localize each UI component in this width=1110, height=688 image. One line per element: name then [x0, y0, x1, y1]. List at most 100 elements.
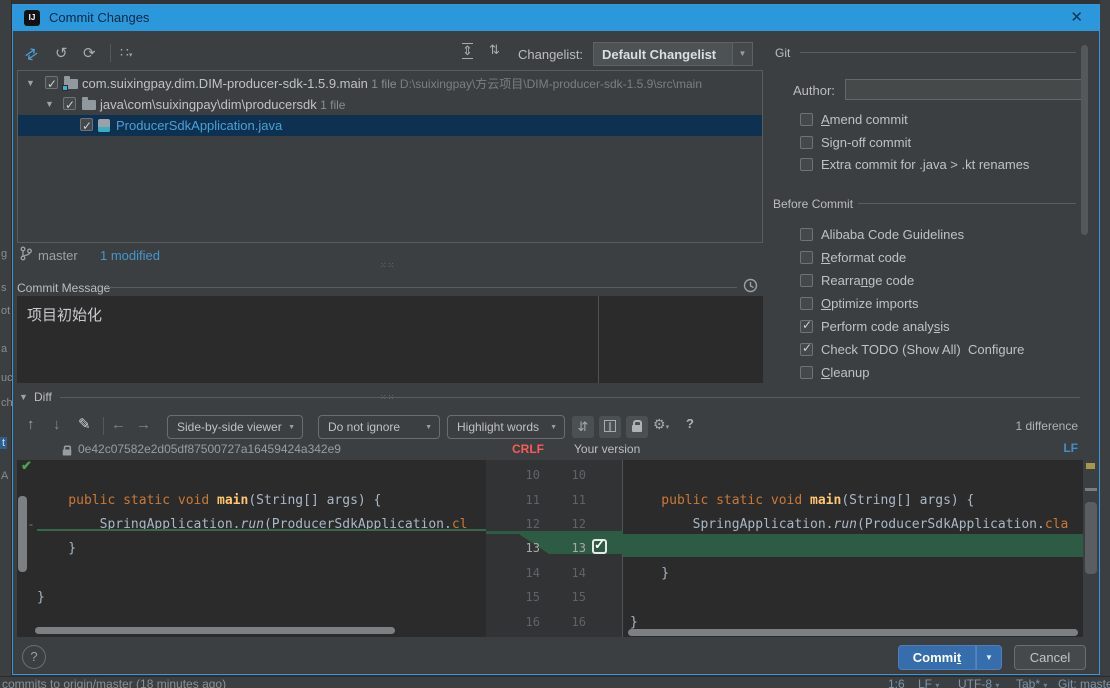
section-rule — [800, 52, 1076, 53]
tree-row-changelist[interactable]: ▼ com.suixingpay.dim.DIM-producer-sdk-1.… — [18, 73, 762, 94]
right-line-number: 13 — [556, 536, 586, 561]
ide-statusbar: commits to origin/master (18 minutes ago… — [0, 676, 1110, 688]
include-checkbox[interactable] — [63, 97, 76, 110]
checkbox-checked[interactable] — [800, 343, 813, 356]
folder-icon — [82, 100, 96, 110]
commit-message-input[interactable]: 项目初始化 — [17, 296, 763, 383]
commit-dropdown-button[interactable]: ▼ — [976, 645, 1002, 670]
splitter-handle[interactable]: ⁙⁙ — [380, 393, 395, 402]
previous-difference-icon[interactable]: ↑ — [27, 416, 35, 433]
refresh-icon[interactable]: ⟳ — [83, 44, 96, 62]
changelist-label: Changelist: — [518, 47, 583, 62]
highlight-mode-dropdown[interactable]: Highlight words ▼ — [447, 415, 565, 439]
chevron-expanded-icon[interactable]: ▼ — [45, 94, 54, 115]
right-editor-horizontal-scrollbar[interactable] — [628, 629, 1078, 636]
branch-name: master — [38, 248, 78, 263]
checkbox[interactable] — [800, 251, 813, 264]
statusbar-indent[interactable]: Tab* ▾ — [1016, 677, 1047, 688]
statusbar-git-branch[interactable]: Git: maste — [1058, 677, 1110, 688]
commit-message-title: Commit Message — [17, 281, 110, 295]
checkbox[interactable] — [800, 274, 813, 287]
fold-marker[interactable]: - — [29, 512, 33, 537]
left-editor-vertical-scrollbar[interactable] — [18, 496, 27, 572]
right-version-title: Your version — [574, 442, 640, 456]
right-line-number: 14 — [556, 561, 586, 586]
viewer-mode-dropdown[interactable]: Side-by-side viewer ▼ — [167, 415, 303, 439]
history-icon[interactable] — [743, 278, 758, 293]
diff-right-editor[interactable]: public static void main(String[] args) {… — [623, 460, 1083, 637]
checkbox[interactable] — [800, 158, 813, 171]
statusbar-caret-position[interactable]: 1:6 — [888, 677, 905, 688]
help-icon[interactable]: ? — [686, 416, 694, 431]
expand-all-icon[interactable]: ⇕ — [462, 43, 473, 59]
lock-scrolling-icon[interactable] — [626, 416, 648, 438]
sync-scrolling-icon[interactable]: ⇵ — [572, 416, 594, 438]
include-checkbox[interactable] — [45, 76, 58, 89]
checkbox[interactable] — [800, 113, 813, 126]
clipped-text: ch — [1, 397, 13, 409]
insertion-point-line — [37, 529, 486, 531]
tree-row-file-selected[interactable]: ProducerSdkApplication.java — [18, 115, 762, 136]
rollback-icon[interactable]: ↺ — [55, 44, 68, 62]
splitter-handle[interactable]: ⁙⁙ — [380, 261, 395, 270]
previous-file-arrow-icon[interactable]: ← — [111, 416, 126, 433]
chevron-expanded-icon[interactable]: ▼ — [19, 392, 28, 402]
right-margin-guide — [598, 296, 599, 383]
package-label: java\com\suixingpay\dim\producersdk — [100, 97, 317, 112]
checkbox[interactable] — [800, 297, 813, 310]
right-panel-scrollbar[interactable] — [1081, 45, 1088, 235]
include-checkbox[interactable] — [80, 118, 93, 131]
warning-stripe-marker[interactable] — [1086, 463, 1095, 469]
changelist-selected-value: Default Changelist — [602, 47, 716, 62]
next-file-arrow-icon[interactable]: → — [136, 416, 151, 433]
settings-gear-icon[interactable]: ⚙▾ — [653, 416, 669, 433]
checkbox[interactable] — [800, 228, 813, 241]
code-line: } — [37, 536, 486, 561]
configure-link[interactable]: Configure — [968, 342, 1024, 357]
diff-gutter: 10 11 12 13 14 15 16 10 11 12 13 14 15 1… — [486, 460, 623, 637]
collapse-all-icon[interactable]: ⇅ — [489, 43, 500, 57]
branch-icon — [20, 246, 32, 261]
group-by-icon[interactable]: ∷▾ — [120, 44, 132, 61]
chevron-down-icon: ▼ — [732, 43, 752, 65]
statusbar-encoding[interactable]: UTF-8 ▾ — [958, 677, 999, 688]
code-line: public static void main(String[] args) { — [630, 488, 1083, 513]
tree-row-package[interactable]: ▼ java\com\suixingpay\dim\producersdk 1 … — [18, 94, 762, 115]
left-line-number: 12 — [510, 512, 540, 537]
checkbox-checked[interactable] — [800, 320, 813, 333]
diff-left-editor[interactable]: ✔ public static void main(String[] args)… — [17, 460, 486, 637]
error-stripe — [1083, 460, 1099, 637]
commit-message-text: 项目初始化 — [27, 304, 102, 325]
left-line-number: 13 — [510, 536, 540, 561]
chevron-down-icon: ▼ — [288, 424, 295, 431]
right-line-number: 12 — [556, 512, 586, 537]
dialog-title: Commit Changes — [49, 10, 149, 25]
left-editor-horizontal-scrollbar[interactable] — [35, 627, 395, 634]
checkbox[interactable] — [800, 366, 813, 379]
right-editor-vertical-scrollbar[interactable] — [1085, 502, 1097, 574]
intellij-logo-icon: IJ — [24, 10, 40, 26]
close-icon[interactable]: ✕ — [1070, 8, 1083, 26]
include-change-checkbox[interactable] — [592, 539, 607, 554]
cancel-button[interactable]: Cancel — [1014, 645, 1086, 670]
chevron-expanded-icon[interactable]: ▼ — [26, 73, 35, 94]
author-input[interactable] — [845, 79, 1085, 100]
revision-hash: 0e42c07582e2d05df87500727a16459424a342e9 — [78, 442, 341, 456]
whitespace-ignore-dropdown[interactable]: Do not ignore ▼ — [318, 415, 440, 439]
two-columns-view-icon[interactable]: ∥ — [599, 416, 621, 438]
code-line: } — [37, 585, 486, 610]
next-difference-icon[interactable]: ↓ — [53, 416, 61, 433]
edit-icon[interactable]: ✎ — [78, 415, 91, 433]
commit-button[interactable]: Commit — [898, 645, 976, 670]
help-button[interactable]: ? — [22, 645, 46, 669]
left-line-number: 14 — [510, 561, 540, 586]
changelist-dropdown[interactable]: Default Changelist ▼ — [593, 42, 753, 66]
inspection-ok-icon: ✔ — [21, 460, 32, 474]
before-commit-title: Before Commit — [773, 197, 853, 211]
statusbar-line-ending[interactable]: LF ▾ — [918, 677, 939, 688]
chevron-down-icon: ▼ — [550, 424, 557, 431]
modified-files-link[interactable]: 1 modified — [100, 248, 160, 263]
checkbox[interactable] — [800, 136, 813, 149]
java-class-icon — [98, 119, 110, 132]
change-stripe-marker[interactable] — [1085, 488, 1097, 491]
